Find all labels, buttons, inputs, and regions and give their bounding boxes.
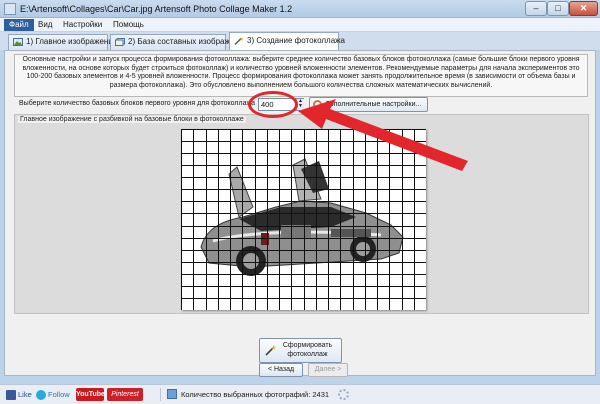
- collage-panel: Основные настройки и запуск процесса фор…: [4, 50, 596, 377]
- tab-label: 1) Главное изображение: [26, 37, 118, 46]
- gear-icon: [313, 100, 322, 109]
- window-title: E:\Artensoft\Collages\Car\Car.jpg Artens…: [20, 4, 293, 14]
- tab-bar: 1) Главное изображение 2) База составных…: [0, 32, 600, 50]
- wand-icon: [234, 37, 244, 45]
- pinterest-button[interactable]: Pinterest: [107, 388, 143, 401]
- minimize-button[interactable]: –: [525, 1, 547, 16]
- preview-label: Главное изображение с разбивкой на базов…: [18, 116, 246, 123]
- tab-main-image[interactable]: 1) Главное изображение: [8, 34, 117, 50]
- tab-label: 3) Создание фотоколлажа: [247, 36, 345, 45]
- car-image-with-grid: [181, 129, 426, 310]
- tab-image-base[interactable]: 2) База составных изображений: [110, 34, 248, 50]
- form-collage-button[interactable]: Сформировать фотоколлаж: [259, 338, 342, 363]
- next-button[interactable]: Далее >: [308, 363, 348, 377]
- selected-photos-count: Количество выбранных фотографий: 2431: [181, 390, 330, 399]
- facebook-like-button[interactable]: Like: [6, 388, 32, 401]
- spin-down-icon[interactable]: ▼: [297, 104, 304, 109]
- menu-help[interactable]: Помощь: [108, 19, 149, 31]
- magic-wand-icon: [265, 345, 276, 356]
- youtube-button[interactable]: YouTube: [76, 388, 105, 401]
- main-image-preview[interactable]: [181, 129, 426, 310]
- advanced-settings-button[interactable]: Дополнительные настройки...: [309, 97, 428, 112]
- block-count-label: Выберите количество базовых блоков перво…: [19, 100, 256, 107]
- title-bar: E:\Artensoft\Collages\Car\Car.jpg Artens…: [0, 0, 600, 18]
- app-icon: [4, 3, 16, 15]
- menu-file[interactable]: Файл: [4, 19, 34, 31]
- loading-icon: [338, 389, 349, 400]
- images-icon: [115, 38, 125, 46]
- form-collage-label: Сформировать фотоколлаж: [282, 342, 333, 358]
- close-button[interactable]: ✕: [569, 1, 598, 16]
- back-button[interactable]: < Назад: [259, 363, 303, 377]
- menu-bar: Файл Вид Настройки Помощь: [0, 18, 600, 32]
- image-icon: [13, 38, 23, 46]
- status-divider: [160, 388, 161, 401]
- preview-group: Главное изображение с разбивкой на базов…: [14, 114, 589, 314]
- photos-icon: [167, 389, 177, 399]
- status-bar: Like Follow YouTube Pinterest Количество…: [0, 384, 600, 404]
- instructions-text: Основные настройки и запуск процесса фор…: [14, 54, 588, 97]
- menu-view[interactable]: Вид: [33, 19, 57, 31]
- advanced-settings-label: Дополнительные настройки...: [325, 101, 422, 108]
- menu-settings[interactable]: Настройки: [58, 19, 107, 31]
- maximize-button[interactable]: □: [547, 1, 569, 16]
- annotation-circle: [248, 91, 298, 118]
- tab-create-collage[interactable]: 3) Создание фотоколлажа: [229, 32, 345, 50]
- twitter-follow-button[interactable]: Follow: [36, 388, 70, 401]
